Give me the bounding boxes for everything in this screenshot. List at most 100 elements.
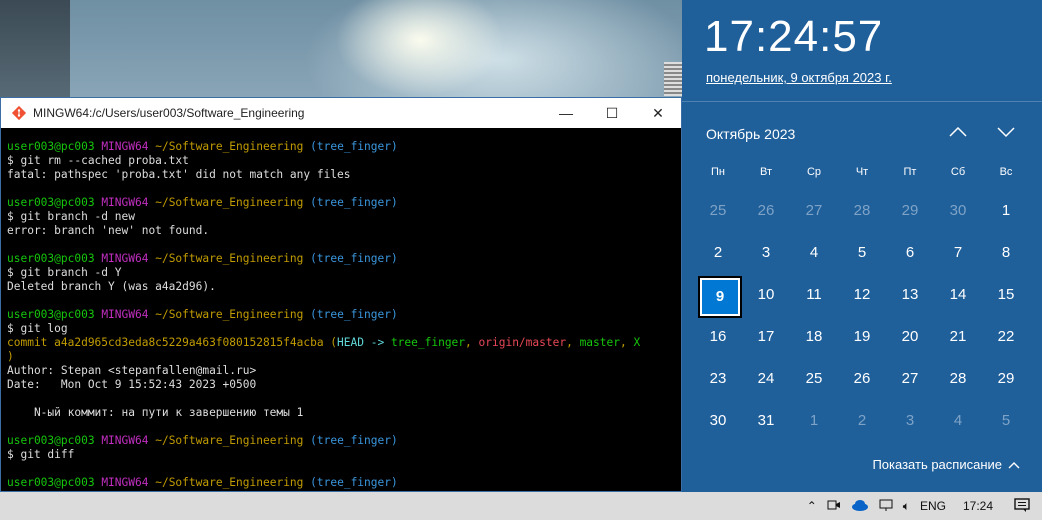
window-titlebar[interactable]: MINGW64:/c/Users/user003/Software_Engine… [1,98,681,128]
prompt-shell: MINGW64 [101,140,149,153]
calendar-day[interactable]: 25 [698,192,738,230]
prompt-path: ~/Software_Engineering [155,308,304,321]
calendar-day[interactable]: 1 [986,192,1026,230]
close-button[interactable]: ✕ [635,98,681,128]
prompt-branch: (tree_finger) [310,196,398,209]
calendar-day[interactable]: 13 [890,276,930,314]
calendar-day[interactable]: 30 [698,402,738,440]
calendar-day[interactable]: 16 [698,318,738,356]
calendar-day[interactable]: 6 [890,234,930,272]
show-hidden-icons-icon[interactable]: ⌃ [807,499,817,513]
prompt-line: user003@pc003 MINGW64 ~/Software_Enginee… [7,196,675,210]
output-text: Deleted branch Y (was a4a2d96). [7,280,216,293]
commit-origin-ref: origin/master [478,336,567,349]
network-icon[interactable] [879,498,893,515]
calendar-day[interactable]: 27 [890,360,930,398]
calendar-day[interactable]: 3 [890,402,930,440]
calendar-day[interactable]: 10 [746,276,786,314]
calendar-day[interactable]: 12 [842,276,882,314]
output-line: Author: Stepan <stepanfallen@mail.ru> [7,364,675,378]
calendar-day-today[interactable]: 9 [698,276,742,318]
calendar-day[interactable]: 5 [842,234,882,272]
calendar-day[interactable]: 15 [986,276,1026,314]
weekday-label: Пт [903,166,917,178]
calendar-day[interactable]: 1 [794,402,834,440]
meet-now-icon[interactable] [827,498,841,515]
chevron-up-icon[interactable] [944,120,972,144]
volume-icon[interactable]: 🔈︎ [903,499,910,514]
calendar-day[interactable]: 23 [698,360,738,398]
prompt-path: ~/Software_Engineering [155,140,304,153]
show-schedule-button[interactable]: Показать расписание [872,457,1020,472]
calendar-day[interactable]: 27 [794,192,834,230]
calendar-day[interactable]: 19 [842,318,882,356]
calendar-day[interactable]: 17 [746,318,786,356]
calendar-day[interactable]: 8 [986,234,1026,272]
prompt-line: user003@pc003 MINGW64 ~/Software_Enginee… [7,308,675,322]
maximize-button[interactable]: ☐ [589,98,635,128]
prompt-branch: (tree_finger) [310,140,398,153]
calendar-flyout: 17:24:57 понедельник, 9 октября 2023 г. … [682,0,1042,492]
calendar-day[interactable]: 29 [986,360,1026,398]
output-text: $ git log [7,322,68,335]
prompt-branch: (tree_finger) [310,434,398,447]
calendar-day[interactable]: 26 [746,192,786,230]
output-line: $ git branch -d Y [7,266,675,280]
minimize-button[interactable]: — [543,98,589,128]
calendar-day[interactable]: 2 [698,234,738,272]
taskbar-clock[interactable]: 17:24 [963,499,993,513]
prompt-path: ~/Software_Engineering [155,252,304,265]
output-text: Author: Stepan <stepanfallen@mail.ru> [7,364,257,377]
calendar-day[interactable]: 11 [794,276,834,314]
language-indicator[interactable]: ENG [920,499,946,513]
calendar-day[interactable]: 24 [746,360,786,398]
prompt-path: ~/Software_Engineering [155,434,304,447]
output-text: Date: Mon Oct 9 15:52:43 2023 +0500 [7,378,257,391]
calendar-day[interactable]: 28 [842,192,882,230]
weekday-label: Сб [950,166,966,178]
calendar-day[interactable]: 14 [938,276,978,314]
calendar-day[interactable]: 4 [938,402,978,440]
terminal-output[interactable]: user003@pc003 MINGW64 ~/Software_Enginee… [1,128,681,491]
output-text: error: branch 'new' not found. [7,224,210,237]
calendar-day[interactable]: 4 [794,234,834,272]
output-line: Date: Mon Oct 9 15:52:43 2023 +0500 [7,378,675,392]
notifications-icon[interactable] [1014,497,1030,516]
calendar-day[interactable]: 21 [938,318,978,356]
calendar-day[interactable]: 25 [794,360,834,398]
calendar-day[interactable]: 2 [842,402,882,440]
prompt-user: user003@pc003 [7,252,95,265]
calendar-day[interactable]: 22 [986,318,1026,356]
calendar-day[interactable]: 31 [746,402,786,440]
prompt-line: user003@pc003 MINGW64 ~/Software_Enginee… [7,476,675,490]
output-text: fatal: pathspec 'proba.txt' did not matc… [7,168,351,181]
weekday-label: Пн [711,166,725,178]
month-label[interactable]: Октябрь 2023 [706,126,795,142]
calendar-day[interactable]: 5 [986,402,1026,440]
flyout-divider [682,101,1042,102]
prompt-shell: MINGW64 [101,476,149,489]
prompt-user: user003@pc003 [7,140,95,153]
calendar-day[interactable]: 7 [938,234,978,272]
calendar-day[interactable]: 18 [794,318,834,356]
calendar-day[interactable]: 20 [890,318,930,356]
onedrive-icon[interactable] [851,499,869,514]
output-text: $ git branch -d new [7,210,135,223]
commit-head-ref: HEAD -> [337,336,391,349]
output-line: N-ый коммит: на пути к завершению темы 1 [7,406,675,420]
calendar-day[interactable]: 30 [938,192,978,230]
calendar-day[interactable]: 26 [842,360,882,398]
calendar-day[interactable]: 3 [746,234,786,272]
chevron-down-icon[interactable] [992,120,1020,144]
terminal-window[interactable]: MINGW64:/c/Users/user003/Software_Engine… [0,97,682,492]
output-line: $ git rm --cached proba.txt [7,154,675,168]
calendar-day[interactable]: 29 [890,192,930,230]
date-link[interactable]: понедельник, 9 октября 2023 г. [706,70,892,85]
calendar-day[interactable]: 28 [938,360,978,398]
prompt-shell: MINGW64 [101,196,149,209]
sep: , [566,336,580,349]
